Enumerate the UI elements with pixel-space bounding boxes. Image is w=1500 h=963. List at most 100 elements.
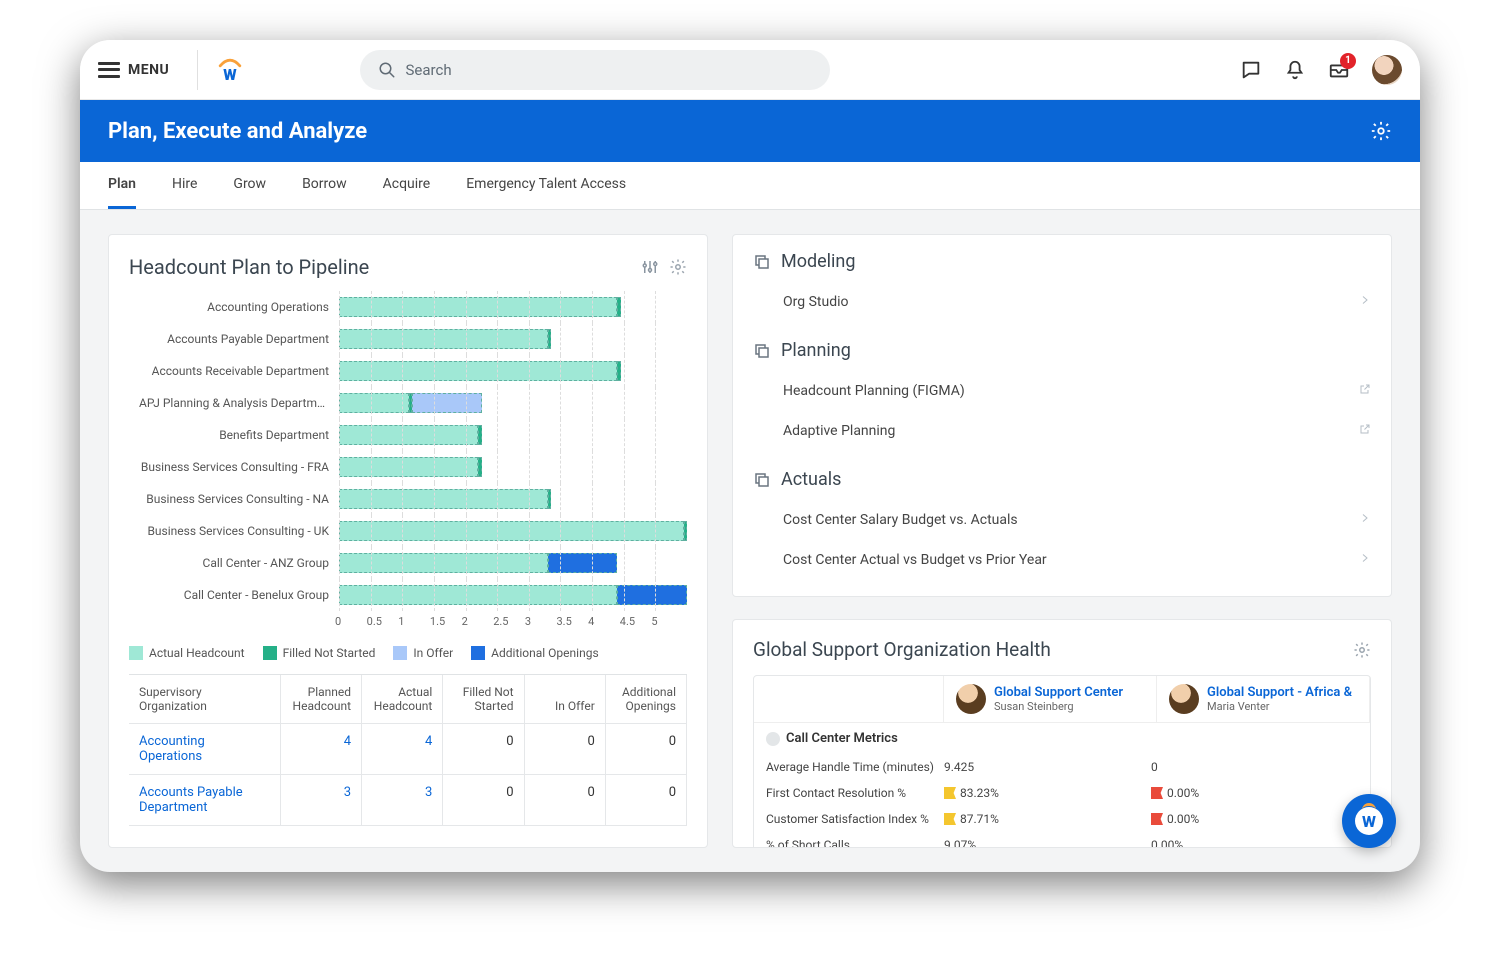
chart-row: Call Center - ANZ Group <box>139 547 687 579</box>
menu-button[interactable]: MENU <box>98 62 169 78</box>
page-settings-icon[interactable] <box>1370 120 1392 142</box>
health-col-sub: Maria Venter <box>1207 700 1352 713</box>
inbox-icon[interactable]: 1 <box>1328 59 1350 81</box>
search-input[interactable]: Search <box>360 50 830 90</box>
health-card: Global Support Organization Health Globa… <box>732 619 1392 848</box>
chart-bar[interactable] <box>339 483 687 515</box>
legend-item: In Offer <box>393 646 453 660</box>
org-link[interactable]: Accounts Payable Department <box>129 775 281 826</box>
metric-name: First Contact Resolution % <box>766 786 944 800</box>
section-item[interactable]: Cost Center Actual vs Budget vs Prior Ye… <box>753 540 1371 580</box>
section-item-label: Org Studio <box>783 294 848 310</box>
chart-segment <box>617 585 687 605</box>
metric-value: 87.71% <box>944 812 1151 826</box>
chart-category-label: Accounts Receivable Department <box>139 364 339 378</box>
card-gear-icon[interactable] <box>669 258 687 276</box>
health-gear-icon[interactable] <box>1353 641 1371 659</box>
metric-row: Average Handle Time (minutes)9.4250 <box>754 754 1370 780</box>
chart-legend: Actual Headcount Filled Not Started In Off… <box>129 646 687 660</box>
menu-label: MENU <box>128 62 169 78</box>
chart-bar[interactable] <box>339 451 687 483</box>
sections-card: ModelingOrg StudioPlanningHeadcount Plan… <box>732 234 1392 597</box>
table-cell: 0 <box>443 724 524 775</box>
section-item[interactable]: Org Studio <box>753 282 1371 322</box>
legend-item: Filled Not Started <box>263 646 376 660</box>
axis-tick: 0 <box>335 615 367 628</box>
chart-bar[interactable] <box>339 419 687 451</box>
chart-category-label: Call Center - ANZ Group <box>139 556 339 570</box>
chart-bar[interactable] <box>339 387 687 419</box>
org-link[interactable]: Accounting Operations <box>129 724 281 775</box>
chart-segment <box>339 297 617 317</box>
flag-icon <box>1151 813 1163 825</box>
tab-plan[interactable]: Plan <box>108 162 136 209</box>
table-cell[interactable]: 3 <box>281 775 362 826</box>
axis-tick: 4.5 <box>620 615 652 628</box>
table-cell: 0 <box>606 724 687 775</box>
tab-grow[interactable]: Grow <box>233 162 266 209</box>
bell-icon[interactable] <box>1284 59 1306 81</box>
table-cell[interactable]: 4 <box>281 724 362 775</box>
metric-value: 83.23% <box>944 786 1151 800</box>
chart-bar[interactable] <box>339 547 687 579</box>
chart-bar[interactable] <box>339 579 687 611</box>
tab-acquire[interactable]: Acquire <box>383 162 431 209</box>
section-item[interactable]: Cost Center Salary Budget vs. Actuals <box>753 500 1371 540</box>
chart-bar[interactable] <box>339 291 687 323</box>
chart-bar[interactable] <box>339 355 687 387</box>
legend-label: Additional Openings <box>491 646 598 660</box>
table-cell[interactable]: 3 <box>362 775 443 826</box>
workday-logo[interactable]: W <box>197 50 244 90</box>
tab-emergency-talent-access[interactable]: Emergency Talent Access <box>466 162 626 209</box>
chart-bar[interactable] <box>339 515 687 547</box>
section-header: Modeling <box>753 251 1371 272</box>
svg-text:W: W <box>224 65 238 83</box>
chart-bar[interactable] <box>339 323 687 355</box>
hamburger-icon <box>98 62 120 78</box>
chart-row: Accounts Receivable Department <box>139 355 687 387</box>
user-avatar[interactable] <box>1372 55 1402 85</box>
inbox-badge: 1 <box>1340 53 1356 69</box>
flag-icon <box>1151 787 1163 799</box>
tab-borrow[interactable]: Borrow <box>302 162 347 209</box>
chart-segment <box>339 489 548 509</box>
metric-value: 9.07% <box>944 838 1151 848</box>
chart-segment <box>684 521 687 541</box>
table-header: Additional Openings <box>606 675 687 724</box>
section-item[interactable]: Adaptive Planning <box>753 411 1371 451</box>
chart-segment <box>339 361 617 381</box>
axis-tick: 3 <box>525 615 557 628</box>
chat-icon[interactable] <box>1240 59 1262 81</box>
stack-icon <box>753 342 771 360</box>
table-header: Supervisory Organization <box>129 675 281 724</box>
table-row: Accounting Operations44000 <box>129 724 687 775</box>
health-title: Global Support Organization Health <box>753 638 1051 661</box>
health-col-title: Global Support Center <box>994 685 1123 700</box>
health-table: Global Support CenterSusan SteinbergGlob… <box>753 675 1371 848</box>
legend-label: In Offer <box>413 646 453 660</box>
chart-segment <box>339 585 617 605</box>
axis-tick: 4 <box>588 615 620 628</box>
metric-name: % of Short Calls <box>766 838 944 848</box>
health-column-header[interactable]: Global Support CenterSusan Steinberg <box>944 676 1157 722</box>
metric-group[interactable]: Call Center Metrics <box>754 722 1370 754</box>
tab-hire[interactable]: Hire <box>172 162 197 209</box>
chart-segment <box>478 457 481 477</box>
collapse-dot-icon <box>766 732 780 746</box>
chevron-right-icon <box>1359 294 1371 310</box>
assistant-fab[interactable]: W <box>1342 794 1396 848</box>
right-column: ModelingOrg StudioPlanningHeadcount Plan… <box>732 234 1392 848</box>
chart-row: APJ Planning & Analysis Department <box>139 387 687 419</box>
metric-value: 0.00% <box>1151 786 1358 800</box>
legend-item: Actual Headcount <box>129 646 245 660</box>
table-row: Accounts Payable Department33000 <box>129 775 687 826</box>
table-cell[interactable]: 4 <box>362 724 443 775</box>
section-item-label: Headcount Planning (FIGMA) <box>783 383 965 399</box>
metric-value: 0 <box>1151 760 1358 774</box>
metric-name: Customer Satisfaction Index % <box>766 812 944 826</box>
legend-label: Actual Headcount <box>149 646 245 660</box>
health-column-header[interactable]: Global Support - Africa &Maria Venter <box>1157 676 1370 722</box>
sliders-icon[interactable] <box>641 258 659 276</box>
section-item[interactable]: Headcount Planning (FIGMA) <box>753 371 1371 411</box>
chart-segment <box>412 393 482 413</box>
